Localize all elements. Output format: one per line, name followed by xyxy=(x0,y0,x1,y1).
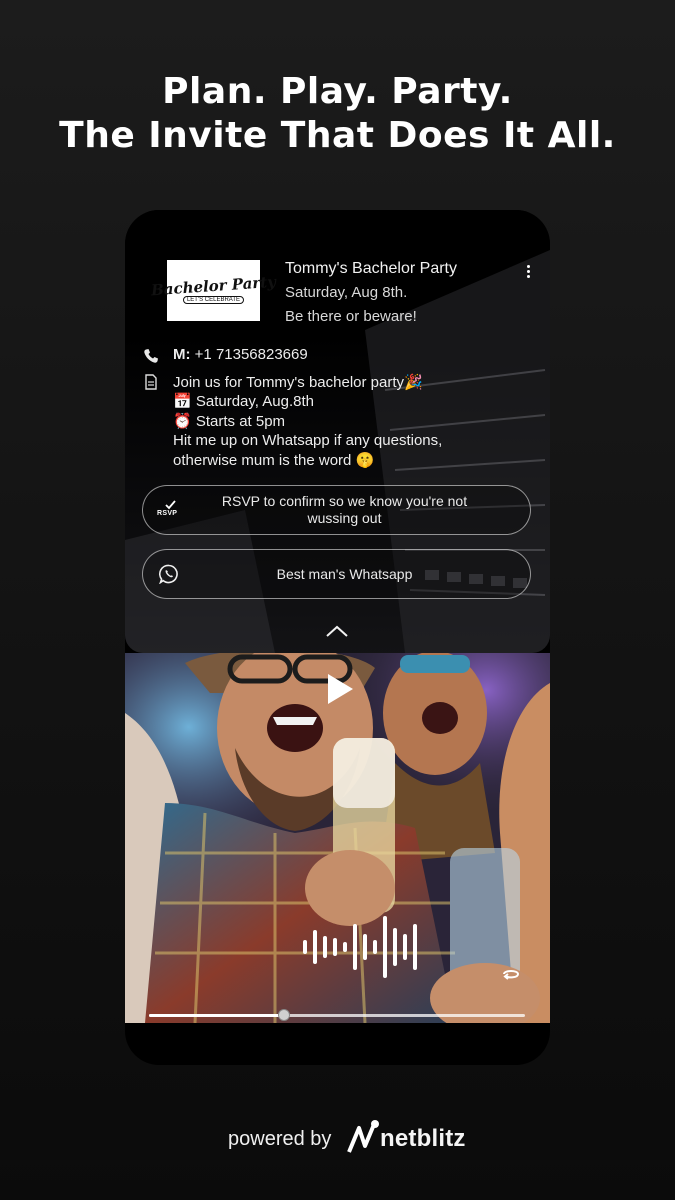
invite-card: Bachelor Party LET'S CELEBRATE Tommy's B… xyxy=(125,210,550,653)
document-icon xyxy=(145,374,157,390)
headline: Plan. Play. Party. The Invite That Does … xyxy=(0,70,675,158)
event-tagline: Be there or beware! xyxy=(285,308,417,325)
more-vertical-icon[interactable] xyxy=(525,265,531,281)
description-line: otherwise mum is the word 🤫 xyxy=(173,451,375,469)
phone-number[interactable]: +1 71356823669 xyxy=(195,346,308,363)
event-logo: Bachelor Party LET'S CELEBRATE xyxy=(151,260,276,321)
rsvp-button[interactable]: RSVP RSVP to confirm so we know you're n… xyxy=(142,485,531,535)
phone-frame: Bachelor Party LET'S CELEBRATE Tommy's B… xyxy=(125,210,550,1065)
brand-name: netblitz xyxy=(380,1125,466,1152)
rsvp-button-label: RSVP to confirm so we know you're not wu… xyxy=(221,493,468,526)
play-icon[interactable] xyxy=(325,672,355,706)
description-line: Join us for Tommy's bachelor party🎉 xyxy=(173,374,423,391)
event-description: Join us for Tommy's bachelor party🎉 📅 Sa… xyxy=(173,373,442,470)
phone-number-row[interactable]: M: +1 71356823669 xyxy=(173,346,308,363)
whatsapp-button-label: Best man's Whatsapp xyxy=(276,565,413,582)
logo-script-text: Bachelor Party xyxy=(150,272,277,299)
description-line: 📅 Saturday, Aug.8th xyxy=(173,393,314,411)
netblitz-logo-icon xyxy=(347,1120,379,1153)
video-progress-fill xyxy=(149,1014,285,1017)
audio-wave-icon xyxy=(303,916,417,978)
rsvp-check-icon: RSVP xyxy=(155,498,185,522)
phone-icon xyxy=(144,349,158,363)
phone-label: M: xyxy=(173,346,191,363)
description-line: Hit me up on Whatsapp if any questions, xyxy=(173,432,443,450)
headline-line-2: The Invite That Does It All. xyxy=(59,115,616,156)
rsvp-icon-text: RSVP xyxy=(157,510,178,517)
logo-subtext: LET'S CELEBRATE xyxy=(182,295,245,304)
chevron-up-icon[interactable] xyxy=(325,624,349,638)
footer: powered by netblitz xyxy=(0,1118,675,1158)
video-progress-bar[interactable] xyxy=(149,1009,525,1021)
powered-by-text: powered by xyxy=(228,1128,332,1150)
whatsapp-button[interactable]: Best man's Whatsapp xyxy=(142,549,531,599)
loop-icon[interactable] xyxy=(499,966,523,986)
event-date: Saturday, Aug 8th. xyxy=(285,284,408,301)
description-line: ⏰ Starts at 5pm xyxy=(173,412,286,430)
headline-line-1: Plan. Play. Party. xyxy=(162,71,513,112)
event-title: Tommy's Bachelor Party xyxy=(285,260,457,277)
whatsapp-icon xyxy=(159,564,178,584)
